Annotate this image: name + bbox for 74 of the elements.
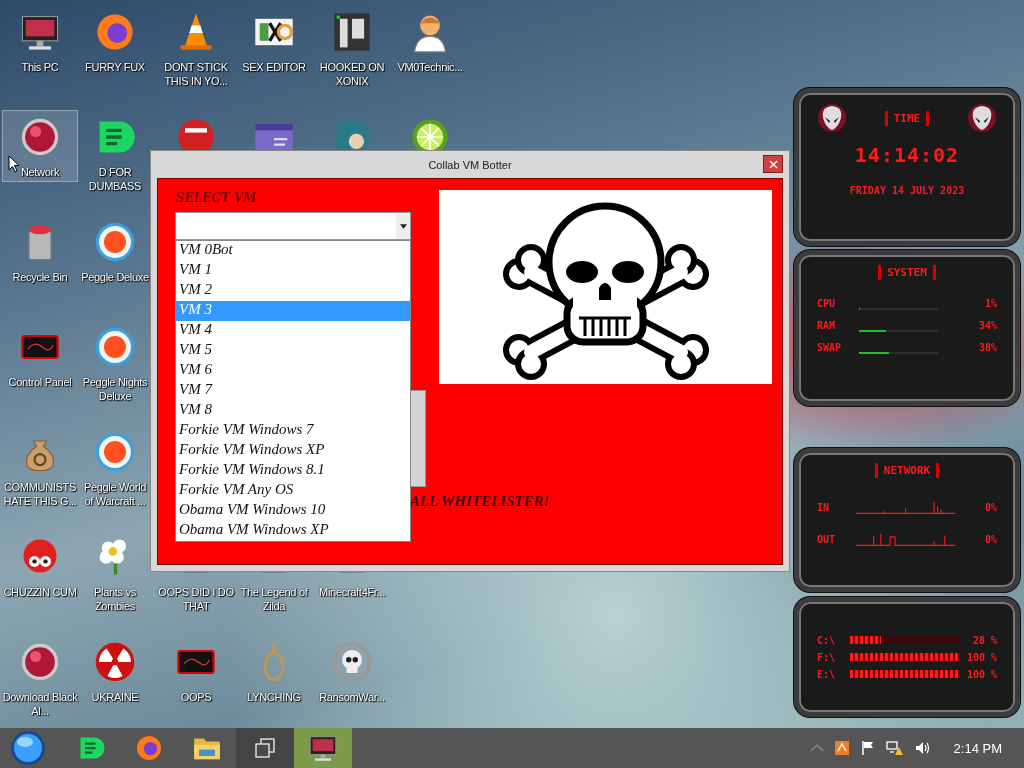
ball-icon <box>93 325 137 369</box>
desktop-shortcut[interactable]: DONT STICK THIS IN YO... <box>158 5 234 91</box>
metric-label: IN <box>817 501 831 513</box>
desktop-shortcut[interactable]: Network <box>2 110 78 182</box>
desktop-shortcut[interactable]: VM0Technic... <box>392 5 468 77</box>
ball-icon <box>93 430 137 474</box>
desktop-shortcut[interactable]: FURRY FUX <box>80 5 150 77</box>
dropdown-option[interactable]: VM 4 <box>176 321 410 341</box>
network-warning-icon[interactable] <box>885 740 904 756</box>
desktop-shortcut[interactable]: This PC <box>2 5 78 77</box>
desktop-shortcut[interactable]: SEX EDITOR <box>236 5 312 77</box>
dropdown-option[interactable]: VM 8 <box>176 401 410 421</box>
desktop-shortcut[interactable]: OOPS <box>158 635 234 707</box>
metric-reading: 0% <box>983 501 997 513</box>
dropdown-option[interactable]: Forkie VM Windows 7 <box>176 421 410 441</box>
task-view-button[interactable] <box>236 728 294 768</box>
metric-reading: 38% <box>977 341 997 353</box>
metric-label: CPU <box>817 297 837 309</box>
drive-reading: 100 % <box>966 651 997 663</box>
metric-label: SWAP <box>817 341 843 353</box>
banner-text: ALL WHITELISTER! <box>410 493 550 510</box>
flag-icon[interactable] <box>859 740 876 756</box>
desktop-shortcut[interactable]: Recycle Bin <box>2 215 78 287</box>
dropdown-option[interactable]: VM 7 <box>176 381 410 401</box>
window-title: Collab VM Botter <box>428 158 512 171</box>
dropdown-option[interactable]: VM 1 <box>176 261 410 281</box>
desktop-shortcut[interactable]: Peggle Deluxe <box>80 215 150 287</box>
clock-time: 14:14:02 <box>854 143 960 167</box>
globe-icon <box>134 733 164 763</box>
taskbar-app[interactable] <box>294 728 352 768</box>
alien-head-icon <box>817 103 847 133</box>
desktop-shortcut[interactable]: Control Panel <box>2 320 78 392</box>
metric-reading: 1% <box>983 297 997 309</box>
clock-date: FRIDAY 14 JULY 2023 <box>849 185 965 196</box>
ball-icon <box>93 220 137 264</box>
radiation-sign-icon <box>93 640 137 684</box>
metric-label: RAM <box>817 319 837 331</box>
taskbar-clock[interactable]: 2:14 PM <box>953 740 1002 756</box>
drive-reading: 28 % <box>971 634 997 646</box>
drive-label: C:\ <box>817 634 837 646</box>
widget-title: NETWORK <box>874 463 940 478</box>
dropdown-option[interactable]: Forkie VM Windows XP <box>176 441 410 461</box>
metric-reading: 34% <box>977 319 997 331</box>
select-label: SELECT VM <box>176 191 257 205</box>
dropdown-option[interactable]: Obama VM Windows 10 <box>176 501 410 521</box>
dropdown-option[interactable]: VM 6 <box>176 361 410 381</box>
close-icon <box>768 159 778 169</box>
app-tray-icon[interactable] <box>833 740 850 756</box>
desktop-shortcut[interactable]: Download Black Al... <box>2 635 78 721</box>
drive-label: F:\ <box>817 651 837 663</box>
drive-reading: 100 % <box>966 668 997 680</box>
widget-title: TIME <box>884 110 930 126</box>
dropdown-option[interactable]: VM 5 <box>176 341 410 361</box>
dropdown-field[interactable] <box>175 212 411 240</box>
desktop-shortcut[interactable]: Peggle Nights Deluxe <box>80 320 150 406</box>
dropdown-option[interactable]: Forkie VM Any OS <box>176 481 410 501</box>
metric-reading: 0% <box>983 533 997 545</box>
close-button[interactable] <box>763 155 783 173</box>
dropdown-option[interactable]: VM 2 <box>176 281 410 301</box>
drive-label: E:\ <box>817 668 837 680</box>
alien-head-icon <box>967 103 997 133</box>
dropdown-option[interactable]: VM 0Bot <box>176 241 410 261</box>
caret-icon <box>399 223 407 229</box>
widget-title: SYSTEM <box>878 265 936 280</box>
dropdown-option[interactable]: Obama VM Windows XP <box>176 521 410 541</box>
dropdown-option[interactable]: Forkie VM Windows 8.1 <box>176 461 410 481</box>
metric-label: OUT <box>817 533 837 545</box>
desktop-shortcut[interactable]: D FOR DUMBASS <box>80 110 150 196</box>
speaker-icon[interactable] <box>913 740 930 756</box>
skull-icon <box>330 640 374 684</box>
overlapping-squares-icon <box>253 736 277 760</box>
mouse-cursor-icon <box>8 155 20 173</box>
desktop-shortcut[interactable]: HOOKED ON XONIX <box>314 5 390 91</box>
start-button[interactable] <box>8 728 48 768</box>
